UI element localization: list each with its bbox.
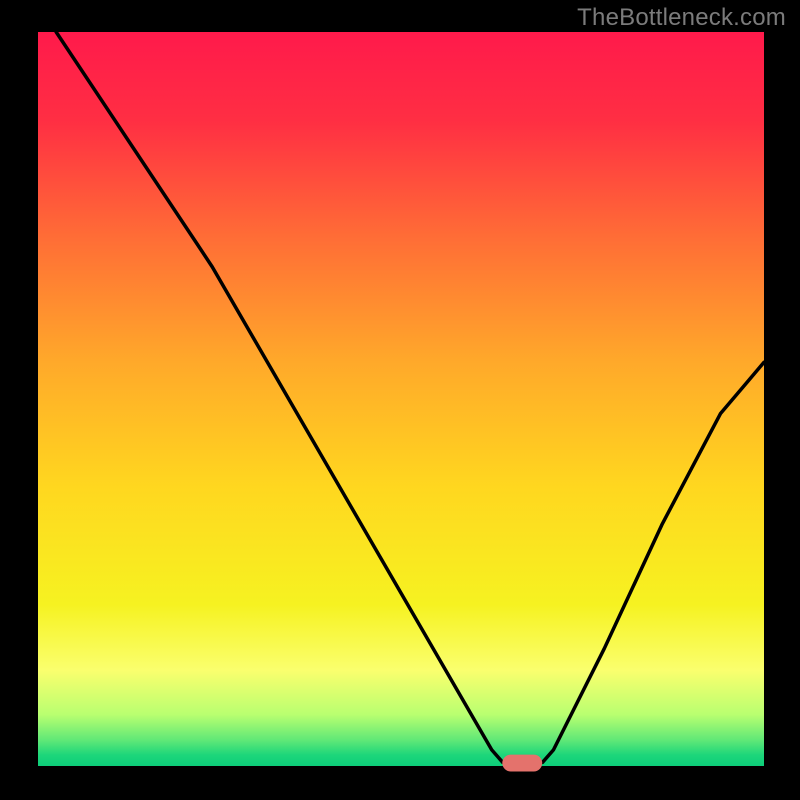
bottleneck-chart [0,0,800,800]
optimal-marker [502,755,542,772]
watermark-text: TheBottleneck.com [577,4,786,32]
plot-background [38,32,764,766]
chart-frame: TheBottleneck.com [0,0,800,800]
